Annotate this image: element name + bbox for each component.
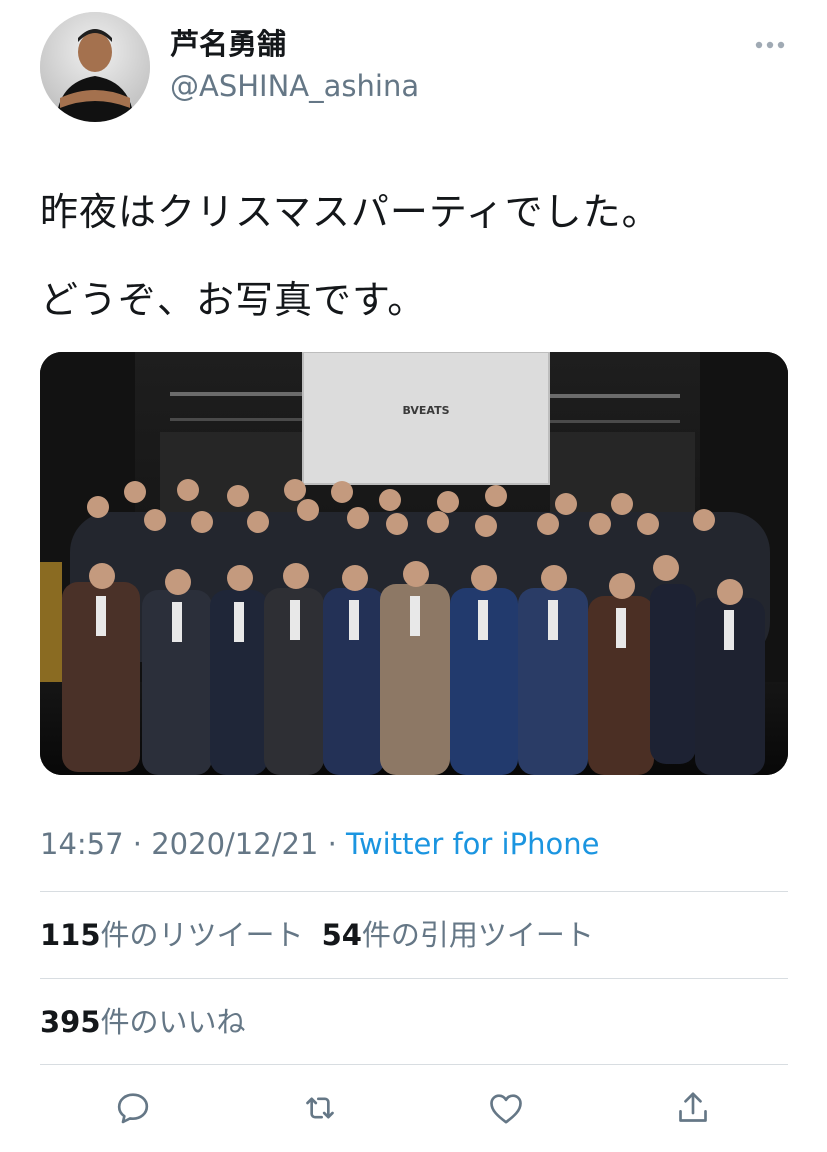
user-handle[interactable]: @ASHINA_ashina (170, 68, 419, 104)
likes-label: 件のいいね (100, 1005, 246, 1039)
like-icon (490, 1094, 522, 1124)
more-options-button[interactable] (744, 28, 796, 62)
likes-count: 395 (40, 1005, 101, 1039)
like-button[interactable] (484, 1086, 528, 1130)
share-icon (679, 1092, 707, 1122)
tweet-meta: 14:57 · 2020/12/21 · Twitter for iPhone (40, 823, 599, 865)
retweet-button[interactable] (298, 1086, 342, 1130)
display-name[interactable]: 芦名勇舗 (170, 26, 286, 62)
avatar[interactable] (40, 12, 150, 122)
profile-photo (40, 12, 150, 122)
screen-text: BVEATS (402, 404, 449, 417)
retweet-stats: 115件のリツイート 54件の引用ツイート (40, 914, 594, 956)
tweet-text-line: どうぞ、お写真です。 (40, 278, 427, 322)
tweet-text: 昨夜はクリスマスパーティでした。 どうぞ、お写真です。 (40, 168, 800, 344)
tweet-photo[interactable]: BVEATS (40, 352, 788, 775)
retweet-icon (306, 1097, 334, 1119)
divider (40, 891, 788, 892)
reply-button[interactable] (111, 1086, 155, 1130)
retweets-count: 115 (40, 918, 101, 952)
tweet-time[interactable]: 14:57 (40, 827, 124, 861)
divider (40, 978, 788, 979)
divider (40, 1064, 788, 1065)
quotes-label: 件の引用ツイート (361, 918, 594, 952)
tweet-date[interactable]: 2020/12/21 (151, 827, 318, 861)
more-horizontal-icon (755, 41, 785, 49)
quotes-count: 54 (321, 918, 362, 952)
retweets-stat[interactable]: 115件のリツイート (40, 914, 304, 956)
retweets-label: 件のリツイート (100, 918, 304, 952)
group-photo: BVEATS (40, 352, 788, 775)
likes-stat[interactable]: 395件のいいね (40, 1001, 246, 1043)
like-stats: 395件のいいね (40, 1001, 246, 1043)
tweet-text-line: 昨夜はクリスマスパーティでした。 (40, 190, 661, 234)
reply-icon (117, 1093, 149, 1124)
share-button[interactable] (671, 1086, 715, 1130)
quotes-stat[interactable]: 54件の引用ツイート (322, 914, 594, 956)
tweet-source[interactable]: Twitter for iPhone (346, 827, 599, 861)
meta-separator: · (318, 827, 347, 861)
meta-separator: · (123, 827, 152, 861)
